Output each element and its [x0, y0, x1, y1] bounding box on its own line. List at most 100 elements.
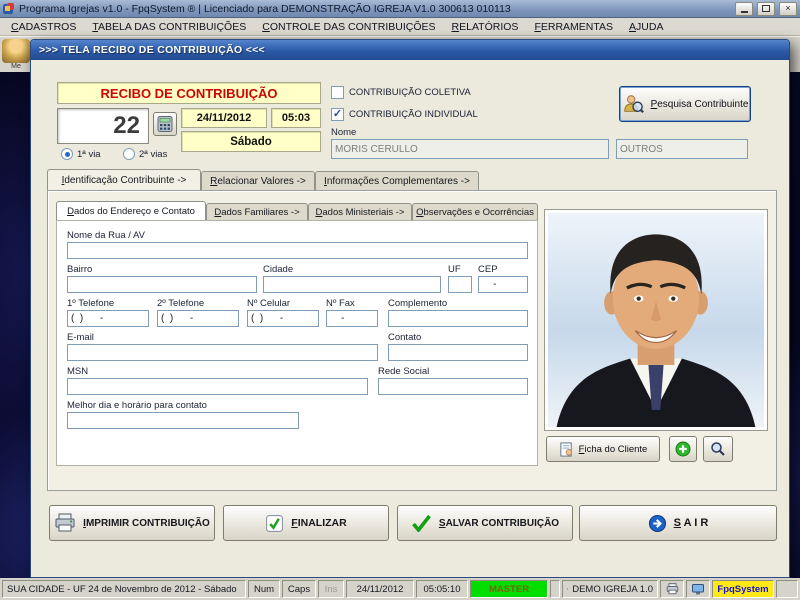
menu-ferramentas[interactable]: FERRAMENTAS: [527, 20, 620, 34]
via2-label: 2ª vias: [139, 149, 167, 160]
celular-field[interactable]: [247, 310, 319, 327]
contato-label: Contato: [388, 332, 421, 343]
ficha-label: Ficha do Cliente: [579, 444, 648, 455]
complemento-field[interactable]: [388, 310, 528, 327]
bairro-label: Bairro: [67, 264, 92, 275]
tab-dados-endereco[interactable]: Dados do Endereço e Contato: [56, 201, 206, 220]
pesquisa-label: Pesquisa Contribuinte: [651, 99, 749, 110]
status-location: SUA CIDADE - UF 24 de Novembro de 2012 -…: [2, 580, 246, 598]
individual-label: CONTRIBUIÇÃO INDIVIDUAL: [349, 109, 478, 120]
menu-controle-contribuicoes[interactable]: CONTROLE DAS CONTRIBUIÇÕES: [255, 20, 442, 34]
radio-unselected-icon: [123, 148, 135, 160]
tab-label: Observações e Ocorrências: [416, 207, 534, 218]
maximize-icon: [762, 5, 770, 12]
tab-informacoes-complementares[interactable]: Informações Complementares ->: [315, 171, 479, 190]
checkbox-unchecked-icon: [331, 86, 344, 99]
melhor-contato-label: Melhor dia e horário para contato: [67, 400, 207, 411]
tab-label: Relacionar Valores ->: [210, 176, 306, 187]
via2-radio[interactable]: 2ª vias: [123, 148, 167, 160]
status-date: 24/11/2012: [346, 580, 414, 598]
individual-checkbox[interactable]: ✓ CONTRIBUIÇÃO INDIVIDUAL: [331, 108, 478, 121]
client-card-icon: [559, 442, 574, 457]
msn-field[interactable]: [67, 378, 368, 395]
close-button[interactable]: ×: [779, 2, 797, 16]
rua-field[interactable]: [67, 242, 528, 259]
tab-identificacao-contribuinte[interactable]: Identificação Contribuinte ->: [47, 169, 201, 190]
coletiva-label: CONTRIBUIÇÃO COLETIVA: [349, 87, 471, 98]
nome-field[interactable]: [331, 139, 609, 159]
telefone2-label: 2º Telefone: [157, 298, 204, 309]
cidade-label: Cidade: [263, 264, 293, 275]
via1-radio[interactable]: 1ª via: [61, 148, 101, 160]
msn-label: MSN: [67, 366, 88, 377]
tab-dados-familiares[interactable]: Dados Familiares ->: [206, 203, 308, 220]
tipo-contribuinte-field[interactable]: [616, 139, 748, 159]
tab-observacoes-ocorrencias[interactable]: Observações e Ocorrências: [412, 203, 538, 220]
rua-label: Nome da Rua / AV: [67, 230, 145, 241]
status-version-label: DEMO IGREJA 1.0: [572, 584, 653, 595]
menu-tabela-contribuicoes[interactable]: TABELA DAS CONTRIBUIÇÕES: [85, 20, 253, 34]
maximize-button[interactable]: [757, 2, 775, 16]
cep-field[interactable]: [478, 276, 528, 293]
calculator-button[interactable]: [153, 112, 177, 136]
menu-cadastros[interactable]: CADASTROS: [4, 20, 83, 34]
fax-field[interactable]: [326, 310, 378, 327]
window-titlebar: Programa Igrejas v1.0 - FpqSystem ® | Li…: [0, 0, 800, 18]
receipt-time-box: 05:03: [271, 108, 321, 128]
search-person-icon: [622, 93, 644, 115]
menubar: CADASTROS TABELA DAS CONTRIBUIÇÕES CONTR…: [0, 18, 800, 36]
desktop-background: Programa Igrejas v1.0 - FpqSystem ® | Li…: [0, 0, 800, 600]
sair-button[interactable]: S A I R: [579, 505, 777, 541]
tab-dados-ministeriais[interactable]: Dados Ministeriais ->: [308, 203, 412, 220]
receipt-time: 05:03: [282, 112, 310, 124]
tab-label: Dados Familiares ->: [214, 207, 299, 218]
bairro-field[interactable]: [67, 276, 257, 293]
receipt-weekday: Sábado: [230, 136, 272, 148]
status-printer-panel[interactable]: [660, 580, 684, 598]
menu-ajuda[interactable]: AJUDA: [622, 20, 670, 34]
magnifier-icon: [710, 441, 726, 457]
via1-label: 1ª via: [77, 149, 101, 160]
toolbar-button[interactable]: Me: [2, 39, 30, 70]
add-photo-button[interactable]: [669, 436, 697, 462]
recibo-dialog: >>> TELA RECIBO DE CONTRIBUIÇÃO <<< RECI…: [30, 39, 790, 578]
rede-social-field[interactable]: [378, 378, 528, 395]
celular-label: Nº Celular: [247, 298, 290, 309]
salvar-contribuicao-button[interactable]: SALVAR CONTRIBUIÇÃO: [397, 505, 573, 541]
statusbar: SUA CIDADE - UF 24 de Novembro de 2012 -…: [0, 578, 800, 600]
minimize-button[interactable]: [735, 2, 753, 16]
melhor-contato-field[interactable]: [67, 412, 299, 429]
email-field[interactable]: [67, 344, 378, 361]
imprimir-contribuicao-button[interactable]: IMPRIMIR CONTRIBUIÇÃO: [49, 505, 215, 541]
toolbar-button-label: Me: [11, 63, 21, 70]
receipt-number-box: 22: [57, 108, 149, 144]
dialog-titlebar[interactable]: >>> TELA RECIBO DE CONTRIBUIÇÃO <<<: [31, 40, 789, 60]
ficha-cliente-button[interactable]: Ficha do Cliente: [546, 436, 660, 462]
fax-label: Nº Fax: [326, 298, 355, 309]
finalizar-button[interactable]: FINALIZAR: [223, 505, 389, 541]
telefone1-field[interactable]: [67, 310, 149, 327]
exit-arrow-icon: [648, 514, 667, 533]
salvar-label: SALVAR CONTRIBUIÇÃO: [439, 518, 559, 529]
uf-field[interactable]: [448, 276, 472, 293]
menu-relatorios[interactable]: RELATÓRIOS: [445, 20, 526, 34]
checkbox-checked-icon: ✓: [331, 108, 344, 121]
uf-label: UF: [448, 264, 461, 275]
status-monitor-panel[interactable]: [686, 580, 710, 598]
app-mini-icon: [567, 584, 568, 594]
pesquisa-contribuinte-button[interactable]: Pesquisa Contribuinte: [619, 86, 751, 122]
plus-icon: [675, 441, 691, 457]
status-spacer: [550, 580, 560, 598]
window-title: Programa Igrejas v1.0 - FpqSystem ® | Li…: [19, 3, 731, 15]
dialog-title: >>> TELA RECIBO DE CONTRIBUIÇÃO <<<: [39, 44, 265, 56]
receipt-header: RECIBO DE CONTRIBUIÇÃO: [57, 82, 321, 104]
green-check-icon: [411, 514, 432, 532]
status-grip: [776, 580, 798, 598]
telefone2-field[interactable]: [157, 310, 239, 327]
coletiva-checkbox[interactable]: CONTRIBUIÇÃO COLETIVA: [331, 86, 471, 99]
tab-relacionar-valores[interactable]: Relacionar Valores ->: [201, 171, 315, 190]
receipt-weekday-box: Sábado: [181, 131, 321, 152]
contato-field[interactable]: [388, 344, 528, 361]
zoom-photo-button[interactable]: [703, 436, 733, 462]
cidade-field[interactable]: [263, 276, 441, 293]
